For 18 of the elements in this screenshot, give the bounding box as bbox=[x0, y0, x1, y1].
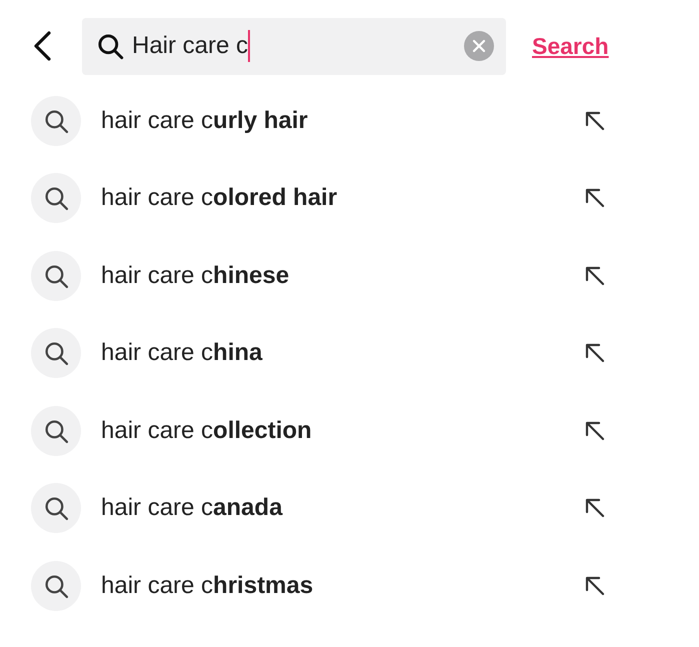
arrow-icon[interactable] bbox=[584, 110, 606, 132]
suggestion-text[interactable]: hair care christmas bbox=[101, 572, 561, 600]
arrow-icon[interactable] bbox=[584, 420, 606, 442]
suggestion-text[interactable]: hair care curly hair bbox=[101, 106, 561, 135]
search-icon bbox=[96, 32, 124, 60]
search-button[interactable]: Search bbox=[532, 32, 609, 60]
suggestion-text[interactable]: hair care canada bbox=[101, 494, 561, 522]
suggestion-text[interactable]: hair care colored hair bbox=[101, 184, 561, 212]
arrow-icon[interactable] bbox=[584, 187, 606, 210]
search-field[interactable]: Hair care c bbox=[82, 18, 506, 74]
suggestion-text[interactable]: hair care china bbox=[101, 339, 561, 368]
arrow-icon[interactable] bbox=[584, 342, 606, 364]
arrow-icon[interactable] bbox=[584, 264, 606, 287]
search-text: Hair care c bbox=[132, 30, 250, 62]
suggestion-text[interactable]: hair care chinese bbox=[101, 262, 561, 290]
arrow-icon[interactable] bbox=[584, 497, 606, 520]
suggestion-text[interactable]: hair care collection bbox=[101, 416, 561, 445]
arrow-icon[interactable] bbox=[584, 574, 606, 597]
